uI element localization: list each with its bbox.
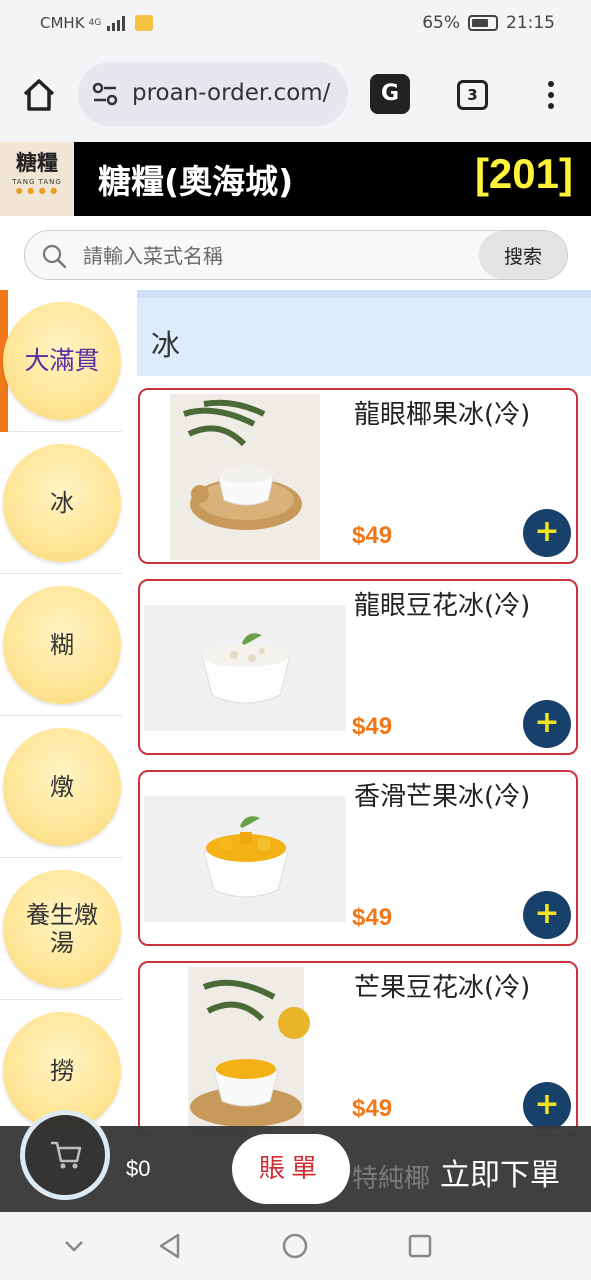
- translate-icon[interactable]: G: [370, 74, 410, 114]
- category-label: 糊: [3, 586, 121, 704]
- more-menu-icon[interactable]: [544, 78, 558, 114]
- home-icon[interactable]: [22, 78, 56, 112]
- product-image: [144, 967, 346, 1133]
- category-item-health-soup[interactable]: 養生燉湯: [0, 858, 122, 1000]
- product-image: [144, 796, 346, 922]
- cart-button[interactable]: [20, 1110, 110, 1200]
- search-input[interactable]: [83, 241, 473, 271]
- product-price: $49: [352, 1095, 393, 1122]
- category-sidebar: 大滿貫 冰 糊 燉 養生燉湯 撈: [0, 290, 122, 1142]
- product-list: 冰 龍眼椰果冰(冷) $49 + 龍眼豆花冰(冷) $49 + 香滑芒果冰(冷)…: [137, 290, 591, 1137]
- category-label: 養生燉湯: [3, 870, 121, 988]
- product-image: [144, 394, 346, 560]
- product-image: [144, 605, 346, 731]
- section-header: 冰: [137, 290, 591, 376]
- back-icon[interactable]: [156, 1232, 184, 1260]
- address-bar[interactable]: proan-order.com/: [78, 62, 348, 126]
- url-text: proan-order.com/: [132, 80, 331, 106]
- recents-icon[interactable]: [406, 1232, 434, 1260]
- app-notification-icon: [135, 15, 154, 31]
- product-card[interactable]: 芒果豆花冰(冷) $49 +: [138, 961, 578, 1137]
- clock: 21:15: [506, 13, 555, 33]
- tab-switcher-button[interactable]: 3: [457, 80, 488, 110]
- product-price: $49: [352, 904, 393, 931]
- section-title: 冰: [151, 328, 181, 362]
- product-name: 香滑芒果冰(冷): [354, 782, 531, 812]
- category-label: 大滿貫: [3, 302, 121, 420]
- bill-button[interactable]: 賬單: [232, 1134, 350, 1204]
- battery-icon: [468, 15, 498, 31]
- network-label: 4G: [88, 18, 102, 28]
- store-header: 糖糧 TANG TANG ● ● ● ● 糖糧(奧海城) [201]: [0, 142, 591, 216]
- add-to-cart-button[interactable]: +: [523, 891, 571, 939]
- cart-icon: [51, 1141, 82, 1169]
- place-order-button[interactable]: 立即下單: [440, 1150, 560, 1194]
- status-bar: CMHK 4G 65% 21:15: [0, 0, 591, 48]
- product-card[interactable]: 龍眼豆花冰(冷) $49 +: [138, 579, 578, 755]
- signal-icon: [107, 15, 126, 31]
- product-card[interactable]: 龍眼椰果冰(冷) $49 +: [138, 388, 578, 564]
- product-name: 芒果豆花冰(冷): [354, 973, 531, 1003]
- system-navigation-bar: [0, 1212, 591, 1280]
- category-label: 冰: [3, 444, 121, 562]
- store-logo: 糖糧 TANG TANG ● ● ● ●: [0, 142, 74, 216]
- search-icon: [42, 244, 67, 269]
- chevron-down-icon[interactable]: [60, 1232, 88, 1260]
- category-item-ice[interactable]: 冰: [0, 432, 122, 574]
- order-bar: $0 賬單 特純椰 立即下單: [0, 1110, 591, 1212]
- search-bar: 搜索: [24, 230, 568, 280]
- product-price: $49: [352, 713, 393, 740]
- browser-toolbar: proan-order.com/ G 3: [0, 48, 591, 142]
- category-label: 燉: [3, 728, 121, 846]
- category-item-paste[interactable]: 糊: [0, 574, 122, 716]
- add-to-cart-button[interactable]: +: [523, 509, 571, 557]
- cart-total: $0: [126, 1156, 151, 1181]
- battery-percent: 65%: [422, 13, 460, 33]
- product-name: 龍眼豆花冰(冷): [354, 591, 531, 621]
- product-name: 龍眼椰果冰(冷): [354, 400, 531, 430]
- home-circle-icon[interactable]: [281, 1232, 309, 1260]
- product-price: $49: [352, 522, 393, 549]
- partial-product-name: 特純椰: [352, 1164, 431, 1194]
- product-card[interactable]: 香滑芒果冰(冷) $49 +: [138, 770, 578, 946]
- add-to-cart-button[interactable]: +: [523, 700, 571, 748]
- carrier-label: CMHK: [40, 14, 85, 32]
- category-item-grand-slam[interactable]: 大滿貫: [0, 290, 122, 432]
- store-name: 糖糧(奧海城): [98, 162, 294, 201]
- category-item-stew[interactable]: 燉: [0, 716, 122, 858]
- search-button[interactable]: 搜索: [479, 231, 567, 279]
- add-to-cart-button[interactable]: +: [523, 1082, 571, 1130]
- site-settings-icon[interactable]: [92, 82, 118, 106]
- table-number: [201]: [474, 150, 573, 197]
